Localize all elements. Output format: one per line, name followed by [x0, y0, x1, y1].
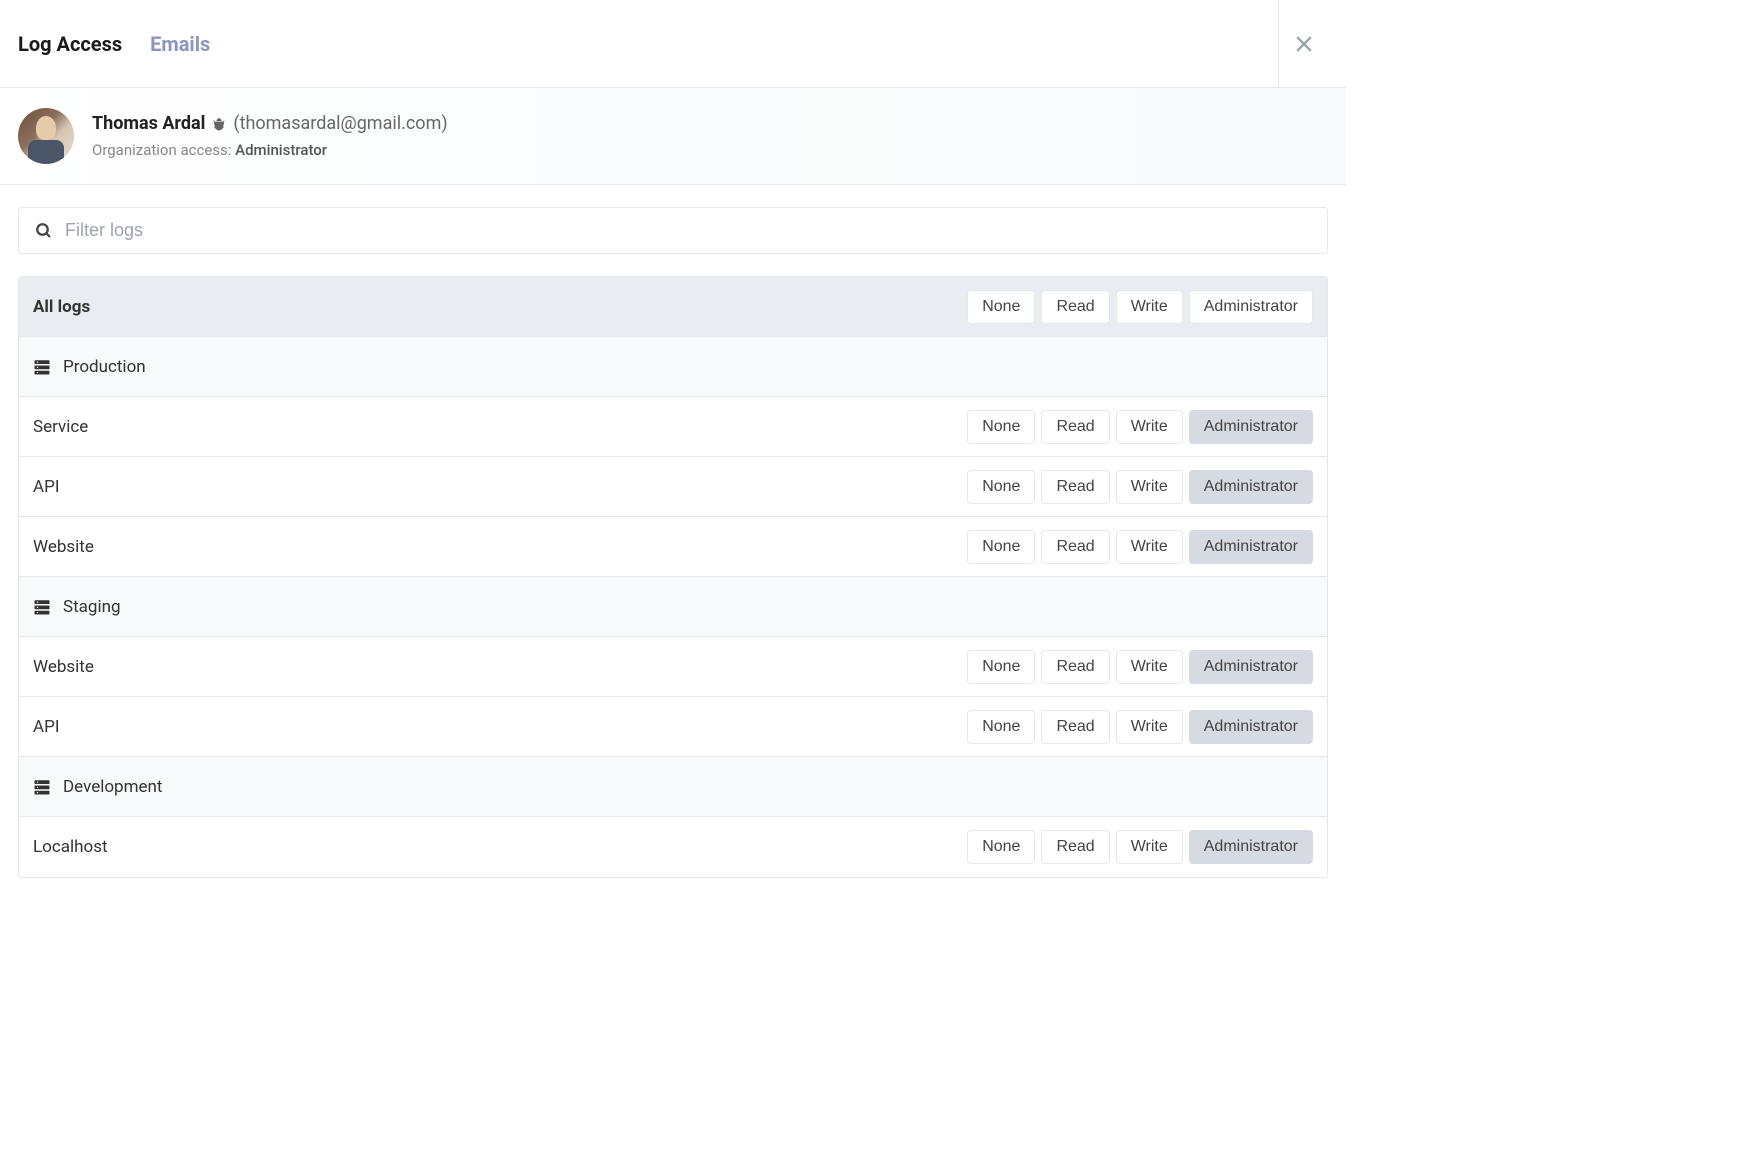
- tab-emails[interactable]: Emails: [150, 32, 210, 56]
- group-label: Development: [63, 777, 162, 797]
- production-service-perm-none[interactable]: None: [967, 410, 1035, 444]
- close-button[interactable]: [1278, 0, 1328, 88]
- org-access-row: Organization access: Administrator: [92, 139, 448, 162]
- group-left-production: Production: [33, 357, 146, 377]
- production-service-perm-administrator[interactable]: Administrator: [1189, 410, 1313, 444]
- user-name-row: Thomas Ardal (thomasardal@gmail.com): [92, 110, 448, 137]
- user-header: Thomas Ardal (thomasardal@gmail.com) Org…: [0, 88, 1346, 185]
- server-icon: [33, 598, 51, 616]
- log-access-table: All logsNoneReadWriteAdministratorProduc…: [18, 276, 1328, 878]
- user-info: Thomas Ardal (thomasardal@gmail.com) Org…: [92, 110, 448, 162]
- tabs-bar: Log Access Emails: [0, 0, 1346, 88]
- tabs: Log Access Emails: [18, 32, 210, 56]
- all-logs-perm-administrator[interactable]: Administrator: [1189, 290, 1313, 324]
- all-logs-permission-group: NoneReadWriteAdministrator: [967, 290, 1313, 324]
- all-logs-label: All logs: [33, 297, 90, 317]
- group-label: Production: [63, 357, 146, 377]
- log-row-development-localhost: Localhost NoneReadWriteAdministrator: [19, 817, 1327, 877]
- development-localhost-permission-group: NoneReadWriteAdministrator: [967, 830, 1313, 864]
- production-api-perm-none[interactable]: None: [967, 470, 1035, 504]
- server-icon: [33, 358, 51, 376]
- all-logs-perm-read[interactable]: Read: [1041, 290, 1109, 324]
- log-row-production-service: Service NoneReadWriteAdministrator: [19, 397, 1327, 457]
- production-website-perm-read[interactable]: Read: [1041, 530, 1109, 564]
- filter-input[interactable]: [65, 220, 1311, 241]
- all-logs-perm-none[interactable]: None: [967, 290, 1035, 324]
- search-icon: [35, 222, 53, 240]
- staging-website-permission-group: NoneReadWriteAdministrator: [967, 650, 1313, 684]
- server-icon: [33, 778, 51, 796]
- log-row-production-api: API NoneReadWriteAdministrator: [19, 457, 1327, 517]
- bug-icon: [211, 116, 227, 132]
- log-label: Website: [33, 537, 94, 557]
- production-service-permission-group: NoneReadWriteAdministrator: [967, 410, 1313, 444]
- group-row-production: Production: [19, 337, 1327, 397]
- production-website-perm-administrator[interactable]: Administrator: [1189, 530, 1313, 564]
- log-label: Localhost: [33, 837, 108, 857]
- log-row-production-website: Website NoneReadWriteAdministrator: [19, 517, 1327, 577]
- log-label: API: [33, 477, 59, 497]
- staging-api-perm-write[interactable]: Write: [1116, 710, 1183, 744]
- production-api-perm-administrator[interactable]: Administrator: [1189, 470, 1313, 504]
- staging-website-perm-write[interactable]: Write: [1116, 650, 1183, 684]
- content: All logsNoneReadWriteAdministratorProduc…: [0, 185, 1346, 908]
- production-api-perm-read[interactable]: Read: [1041, 470, 1109, 504]
- staging-api-permission-group: NoneReadWriteAdministrator: [967, 710, 1313, 744]
- dialog-container: Log Access Emails Thomas Ardal (thomasar…: [0, 0, 1346, 908]
- log-row-staging-api: API NoneReadWriteAdministrator: [19, 697, 1327, 757]
- staging-api-perm-read[interactable]: Read: [1041, 710, 1109, 744]
- filter-box[interactable]: [18, 207, 1328, 254]
- production-website-perm-none[interactable]: None: [967, 530, 1035, 564]
- all-logs-perm-write[interactable]: Write: [1116, 290, 1183, 324]
- group-row-staging: Staging: [19, 577, 1327, 637]
- org-access-label: Organization access:: [92, 141, 235, 159]
- close-icon: [1296, 30, 1312, 58]
- log-row-staging-website: Website NoneReadWriteAdministrator: [19, 637, 1327, 697]
- staging-website-perm-read[interactable]: Read: [1041, 650, 1109, 684]
- staging-api-perm-administrator[interactable]: Administrator: [1189, 710, 1313, 744]
- user-name: Thomas Ardal: [92, 110, 205, 137]
- production-api-permission-group: NoneReadWriteAdministrator: [967, 470, 1313, 504]
- log-label: Service: [33, 417, 88, 437]
- production-service-perm-read[interactable]: Read: [1041, 410, 1109, 444]
- log-label: Website: [33, 657, 94, 677]
- staging-api-perm-none[interactable]: None: [967, 710, 1035, 744]
- development-localhost-perm-read[interactable]: Read: [1041, 830, 1109, 864]
- production-api-perm-write[interactable]: Write: [1116, 470, 1183, 504]
- production-website-permission-group: NoneReadWriteAdministrator: [967, 530, 1313, 564]
- staging-website-perm-administrator[interactable]: Administrator: [1189, 650, 1313, 684]
- group-label: Staging: [63, 597, 121, 617]
- avatar: [18, 108, 74, 164]
- group-left-development: Development: [33, 777, 162, 797]
- log-label: API: [33, 717, 59, 737]
- group-row-development: Development: [19, 757, 1327, 817]
- production-website-perm-write[interactable]: Write: [1116, 530, 1183, 564]
- org-access-value: Administrator: [235, 141, 327, 159]
- group-left-staging: Staging: [33, 597, 121, 617]
- tab-log-access[interactable]: Log Access: [18, 32, 122, 56]
- development-localhost-perm-administrator[interactable]: Administrator: [1189, 830, 1313, 864]
- development-localhost-perm-write[interactable]: Write: [1116, 830, 1183, 864]
- staging-website-perm-none[interactable]: None: [967, 650, 1035, 684]
- production-service-perm-write[interactable]: Write: [1116, 410, 1183, 444]
- user-email: (thomasardal@gmail.com): [233, 110, 447, 137]
- all-logs-header-row: All logs NoneReadWriteAdministrator: [19, 277, 1327, 337]
- development-localhost-perm-none[interactable]: None: [967, 830, 1035, 864]
